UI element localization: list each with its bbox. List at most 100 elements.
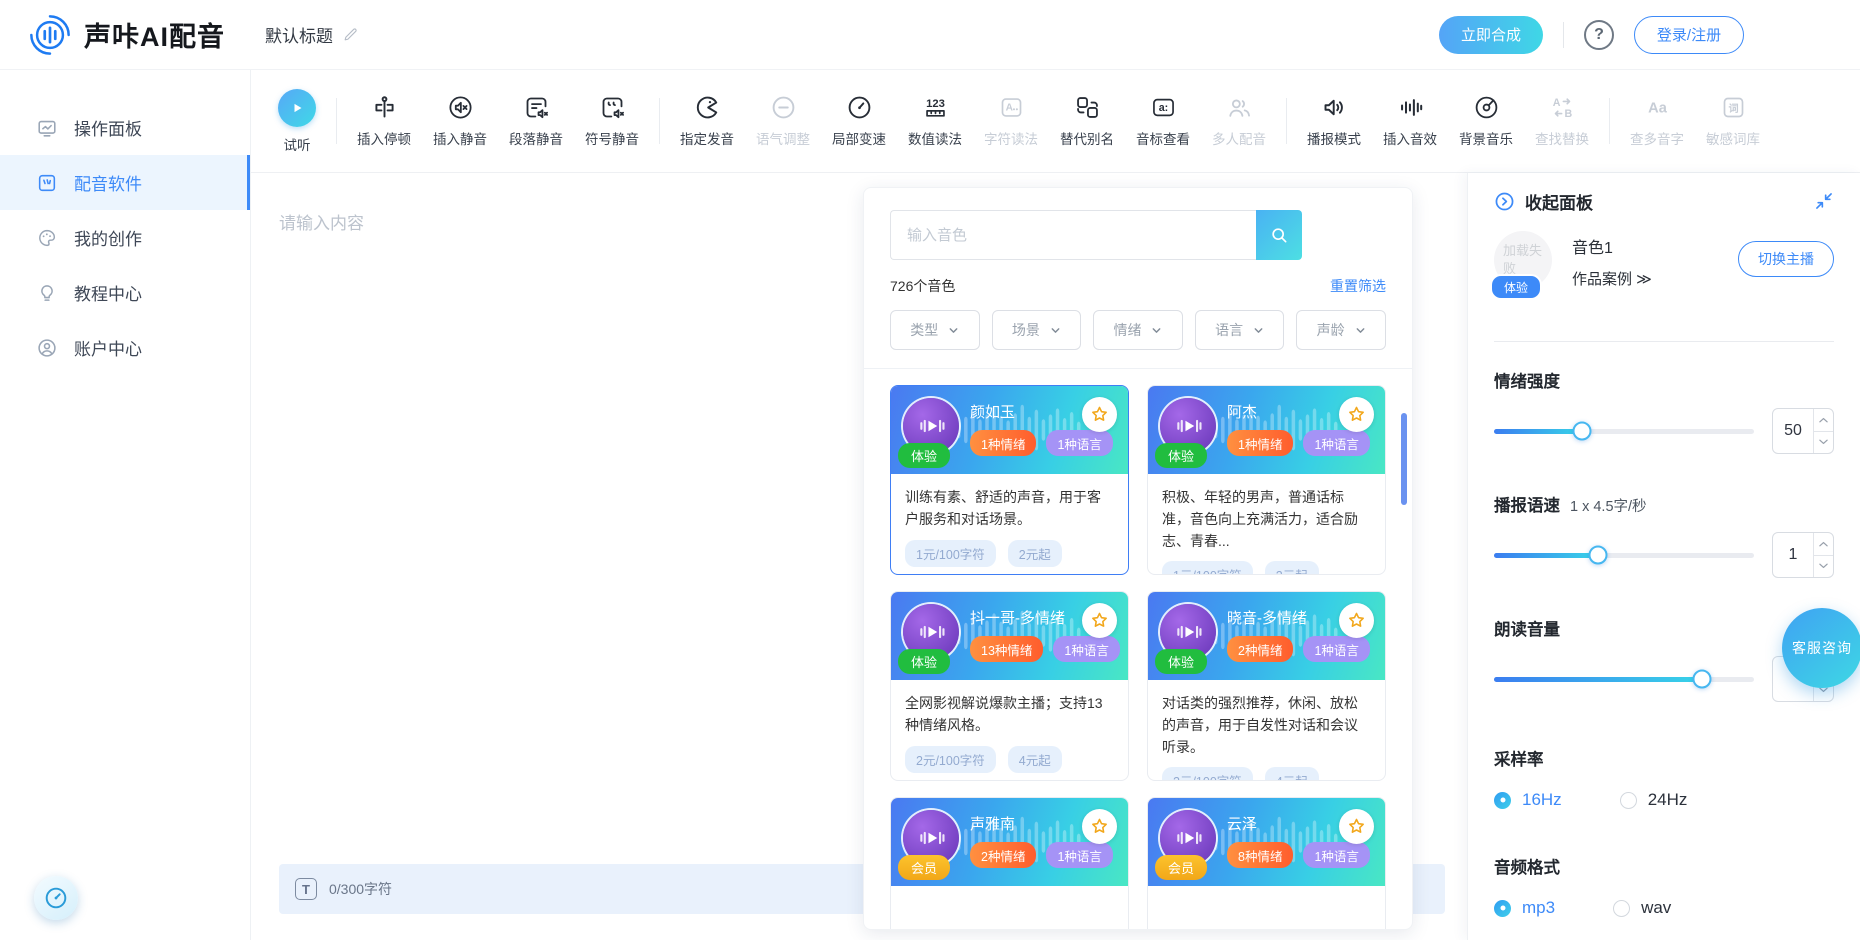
sidebar-item-dubbing[interactable]: 配音软件: [0, 155, 250, 210]
tool-symbol-silence[interactable]: 符号静音: [574, 94, 650, 148]
speaker-avatar-wrap: 加载失败 体验: [1494, 231, 1556, 289]
favorite-star-button[interactable]: [1082, 809, 1117, 844]
favorite-star-button[interactable]: [1082, 397, 1117, 432]
tool-number-reading[interactable]: 123 数值读法: [897, 94, 973, 148]
tool-pronunciation[interactable]: 指定发音: [669, 94, 745, 148]
dubbing-icon: [36, 172, 58, 194]
reset-filters-link[interactable]: 重置筛选: [1330, 276, 1386, 296]
decrease-button[interactable]: [1814, 556, 1833, 578]
voice-card-header: 会员 云泽 8种情绪 1种语言: [1148, 798, 1385, 886]
slider-track[interactable]: [1494, 429, 1754, 434]
tool-insert-pause[interactable]: 插入停顿: [346, 94, 422, 148]
char-count: 0/300字符: [329, 879, 392, 899]
synthesize-button[interactable]: 立即合成: [1439, 16, 1543, 54]
guide-widget[interactable]: [34, 876, 78, 920]
radio-group-label: 采样率: [1494, 746, 1834, 770]
radio-audio-format-wav[interactable]: wav: [1613, 898, 1671, 918]
tool-paragraph-silence[interactable]: 段落静音: [498, 94, 574, 148]
tool-bgm[interactable]: 背景音乐: [1448, 94, 1524, 148]
favorite-star-button[interactable]: [1339, 603, 1374, 638]
price-min-badge: 4元起: [1265, 767, 1319, 781]
value-input[interactable]: 50: [1772, 408, 1834, 454]
tool-find-replace: AB 查找替换: [1524, 94, 1600, 148]
tool-local-speed[interactable]: 局部变速: [821, 94, 897, 148]
voice-count-row: 726个音色 重置筛选: [890, 276, 1386, 296]
voice-card-grid: 体验 颜如玉 1种情绪 1种语言 训练有素、舒适的声音，用于客户服务和对话场景。…: [890, 385, 1386, 929]
tier-badge: 体验: [898, 443, 950, 468]
radio-sample-rate-16Hz[interactable]: 16Hz: [1494, 790, 1562, 810]
slider-thumb[interactable]: [1573, 422, 1592, 441]
filter-select-0[interactable]: 类型: [890, 310, 980, 350]
voice-description: [905, 898, 1114, 929]
voice-card[interactable]: 体验 颜如玉 1种情绪 1种语言 训练有素、舒适的声音，用于客户服务和对话场景。…: [890, 385, 1129, 575]
tool-preview[interactable]: 试听: [267, 89, 327, 154]
slider-fill: [1494, 677, 1702, 682]
increase-button[interactable]: [1814, 533, 1833, 556]
voice-badges: 2种情绪 1种语言: [970, 842, 1113, 868]
bulb-icon: [36, 282, 58, 304]
voice-card-header: 体验 抖一哥-多情绪 13种情绪 1种语言: [891, 592, 1128, 680]
filter-label: 语言: [1215, 320, 1243, 340]
tool-phonetic[interactable]: a: 音标查看: [1125, 94, 1201, 148]
document-title-wrap: 默认标题: [265, 22, 359, 47]
help-icon[interactable]: ?: [1584, 20, 1614, 50]
editor-placeholder: 请输入内容: [279, 209, 364, 234]
value-input[interactable]: 1: [1772, 532, 1834, 578]
voice-search-input[interactable]: [890, 210, 1256, 260]
filter-select-2[interactable]: 情绪: [1093, 310, 1183, 350]
slider-track[interactable]: [1494, 553, 1754, 558]
voice-card[interactable]: 会员 声雅南 2种情绪 1种语言: [890, 797, 1129, 929]
slider-track[interactable]: [1494, 677, 1754, 682]
voice-card-header: 体验 晓音-多情绪 2种情绪 1种语言: [1148, 592, 1385, 680]
toolbar-divider: [1286, 98, 1287, 144]
favorite-star-button[interactable]: [1339, 809, 1374, 844]
sidebar-item-account[interactable]: 账户中心: [0, 320, 250, 375]
tool-broadcast-mode[interactable]: 播报模式: [1296, 94, 1372, 148]
brand-logo: 声咔AI配音: [28, 13, 225, 57]
svg-text:Aa: Aa: [1648, 101, 1668, 117]
voice-card[interactable]: 体验 晓音-多情绪 2种情绪 1种语言 对话类的强烈推荐，休闲、放松的声音，用于…: [1147, 591, 1386, 781]
sidebar-item-creations[interactable]: 我的创作: [0, 210, 250, 265]
radio-audio-format-mp3[interactable]: mp3: [1494, 898, 1555, 918]
emotion-count-badge: 8种情绪: [1227, 842, 1293, 868]
voice-card[interactable]: 体验 阿杰 1种情绪 1种语言 积极、年轻的男声，普通话标准，音色向上充满活力，…: [1147, 385, 1386, 575]
slider-label: 朗读音量: [1494, 616, 1560, 640]
slider-thumb[interactable]: [1693, 670, 1712, 689]
voice-card[interactable]: 会员 云泽 8种情绪 1种语言: [1147, 797, 1386, 929]
login-register-button[interactable]: 登录/注册: [1634, 16, 1744, 54]
brand-logo-icon: [28, 13, 72, 57]
sidebar-item-tutorials[interactable]: 教程中心: [0, 265, 250, 320]
tool-label: 插入静音: [433, 128, 487, 148]
increase-button[interactable]: [1814, 409, 1833, 432]
voice-badges: 1种情绪 1种语言: [1227, 430, 1370, 456]
search-button[interactable]: [1256, 210, 1302, 260]
radio-dot: [1620, 792, 1637, 809]
slider-thumb[interactable]: [1589, 546, 1608, 565]
tool-multi-voice: 多人配音: [1201, 94, 1277, 148]
favorite-star-button[interactable]: [1339, 397, 1374, 432]
collapse-panel[interactable]: 收起面板: [1494, 189, 1593, 214]
edit-title-icon[interactable]: [342, 26, 359, 43]
radio-sample-rate-24Hz[interactable]: 24Hz: [1620, 790, 1688, 810]
current-speaker-row: 加载失败 体验 音色1 作品案例 ≫ 切换主播: [1494, 231, 1834, 295]
collapse-arrows-icon[interactable]: [1814, 191, 1834, 211]
price-min-badge: 2元起: [1008, 540, 1062, 567]
voice-name: 晓音-多情绪: [1227, 607, 1307, 628]
sample-works-link[interactable]: 作品案例 ≫: [1572, 268, 1722, 289]
decrease-button[interactable]: [1814, 432, 1833, 454]
tool-label: 播报模式: [1307, 128, 1361, 148]
filter-select-3[interactable]: 语言: [1195, 310, 1285, 350]
voice-description: 积极、年轻的男声，普通话标准，音色向上充满活力，适合励志、青春...: [1162, 486, 1371, 552]
tool-sound-effect[interactable]: 插入音效: [1372, 94, 1448, 148]
filter-select-4[interactable]: 声龄: [1296, 310, 1386, 350]
support-fab[interactable]: 客服咨询: [1782, 608, 1860, 688]
tool-insert-silence[interactable]: 插入静音: [422, 94, 498, 148]
scrollbar-thumb[interactable]: [1401, 413, 1407, 505]
sidebar-item-dashboard[interactable]: 操作面板: [0, 100, 250, 155]
price-row: 1元/100字符 2元起: [1162, 561, 1371, 575]
filter-select-1[interactable]: 场景: [992, 310, 1082, 350]
switch-speaker-button[interactable]: 切换主播: [1738, 241, 1834, 277]
voice-card[interactable]: 体验 抖一哥-多情绪 13种情绪 1种语言 全网影视解说爆款主播；支持13种情绪…: [890, 591, 1129, 781]
favorite-star-button[interactable]: [1082, 603, 1117, 638]
tool-alias[interactable]: 替代别名: [1049, 94, 1125, 148]
